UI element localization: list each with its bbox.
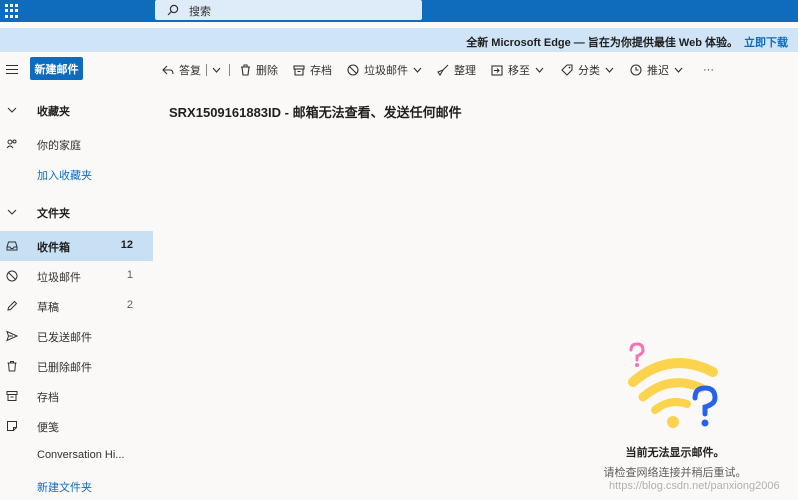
sidebar-item-family[interactable]: 你的家庭 [0, 129, 153, 159]
favorites-header[interactable]: 收藏夹 [0, 95, 153, 125]
notes-label: 便笺 [37, 422, 59, 434]
categorize-button[interactable]: 分类 [561, 63, 619, 77]
chevron-down-icon [7, 209, 17, 215]
add-favorite-link[interactable]: 加入收藏夹 [0, 159, 153, 189]
delete-label: 删除 [256, 65, 278, 77]
empty-state-title: 当前无法显示邮件。 [625, 447, 725, 459]
sweep-label: 整理 [454, 65, 476, 77]
clock-icon [630, 64, 642, 76]
sent-label: 已发送邮件 [37, 332, 92, 344]
reading-pane: SRX1509161883ID - 邮箱无法查看、发送任何邮件 当前无法显示邮件… [155, 92, 798, 500]
more-actions-button[interactable]: ··· [703, 63, 714, 77]
reply-button[interactable]: 答复 [162, 63, 201, 77]
move-to-button[interactable]: 移至 [491, 63, 549, 77]
chevron-down-icon [413, 67, 422, 73]
waffle-icon[interactable] [5, 4, 19, 18]
categorize-label: 分类 [578, 65, 600, 77]
archive-icon [293, 64, 305, 76]
no-connection-illustration [628, 342, 718, 428]
folders-header[interactable]: 文件夹 [0, 197, 153, 227]
reply-icon [162, 65, 174, 75]
chevron-down-icon [605, 67, 614, 73]
edge-banner: 全新 Microsoft Edge — 旨在为你提供最佳 Web 体验。 立即下… [0, 28, 798, 52]
sidebar-item-junk[interactable]: 垃圾邮件 1 [0, 261, 153, 291]
archive-icon [6, 391, 18, 401]
broom-icon [437, 64, 449, 76]
divider [206, 64, 207, 76]
folders-label: 文件夹 [37, 208, 70, 220]
archive-button[interactable]: 存档 [293, 63, 332, 77]
junk-icon [6, 270, 18, 282]
drafts-count: 2 [126, 299, 133, 311]
chevron-down-icon [535, 67, 544, 73]
deleted-icon [7, 361, 17, 372]
sidebar-item-inbox[interactable]: 收件箱 12 [0, 231, 153, 261]
junk-count: 1 [126, 269, 133, 281]
archive-folder-label: 存档 [37, 392, 59, 404]
sweep-button[interactable]: 整理 [437, 63, 476, 77]
new-mail-button[interactable]: 新建邮件 [30, 57, 83, 80]
hamburger-menu-icon[interactable] [6, 65, 18, 75]
trash-icon [241, 64, 250, 76]
chevron-down-icon [674, 67, 683, 73]
deleted-label: 已删除邮件 [37, 362, 92, 374]
search-input[interactable]: 搜索 [189, 3, 211, 19]
sidebar-item-archive[interactable]: 存档 [0, 381, 153, 411]
chevron-down-icon [212, 67, 221, 73]
family-label: 你的家庭 [37, 140, 81, 152]
reply-dropdown[interactable] [212, 63, 226, 77]
message-subject: SRX1509161883ID - 邮箱无法查看、发送任何邮件 [169, 105, 462, 120]
sidebar-item-conversation-history[interactable]: Conversation Hi... [0, 441, 153, 471]
new-folder-label: 新建文件夹 [37, 482, 92, 494]
top-bar: 搜索 [0, 0, 798, 22]
inbox-label: 收件箱 [37, 242, 70, 254]
inbox-unread-count: 12 [120, 239, 133, 251]
chevron-down-icon [7, 107, 17, 113]
folder-pane: 收藏夹 你的家庭 加入收藏夹 文件夹 收件箱 12 垃圾邮件 1 草稿 2 已发… [0, 92, 153, 500]
junk-label: 垃圾邮件 [364, 65, 408, 77]
empty-state-subtitle: 请检查网络连接并稍后重试。 [603, 467, 747, 479]
people-icon [6, 139, 17, 149]
sent-icon [6, 330, 18, 342]
notes-icon [7, 421, 17, 431]
inbox-icon [6, 241, 18, 251]
watermark-text: https://blog.csdn.net/panxiong2006 [609, 480, 780, 492]
add-favorite-label: 加入收藏夹 [37, 170, 92, 182]
drafts-label: 草稿 [37, 302, 59, 314]
favorites-label: 收藏夹 [37, 106, 70, 118]
sidebar-item-drafts[interactable]: 草稿 2 [0, 291, 153, 321]
divider [229, 64, 230, 76]
sidebar-item-sent[interactable]: 已发送邮件 [0, 321, 153, 351]
drafts-icon [7, 300, 18, 311]
sidebar-item-notes[interactable]: 便笺 [0, 411, 153, 441]
banner-message: 全新 Microsoft Edge — 旨在为你提供最佳 Web 体验。 [466, 37, 738, 49]
sidebar-item-deleted[interactable]: 已删除邮件 [0, 351, 153, 381]
command-bar: 新建邮件 答复 删除 存档 垃圾邮件 整理 移至 分类 推迟 ··· [0, 56, 798, 84]
search-box[interactable]: 搜索 [155, 0, 422, 20]
move-to-label: 移至 [508, 65, 530, 77]
snooze-label: 推迟 [647, 65, 669, 77]
delete-button[interactable]: 删除 [240, 63, 278, 77]
tag-icon [561, 64, 573, 76]
download-now-link[interactable]: 立即下载 [744, 34, 788, 50]
search-icon [167, 4, 179, 16]
block-icon [347, 64, 359, 76]
reply-label: 答复 [179, 65, 201, 77]
move-folder-icon [491, 64, 503, 76]
conversation-history-label: Conversation Hi... [37, 449, 125, 461]
archive-label: 存档 [310, 65, 332, 77]
junk-button[interactable]: 垃圾邮件 [347, 63, 427, 77]
new-folder-link[interactable]: 新建文件夹 [0, 471, 153, 500]
junk-folder-label: 垃圾邮件 [37, 272, 81, 284]
snooze-button[interactable]: 推迟 [630, 63, 688, 77]
